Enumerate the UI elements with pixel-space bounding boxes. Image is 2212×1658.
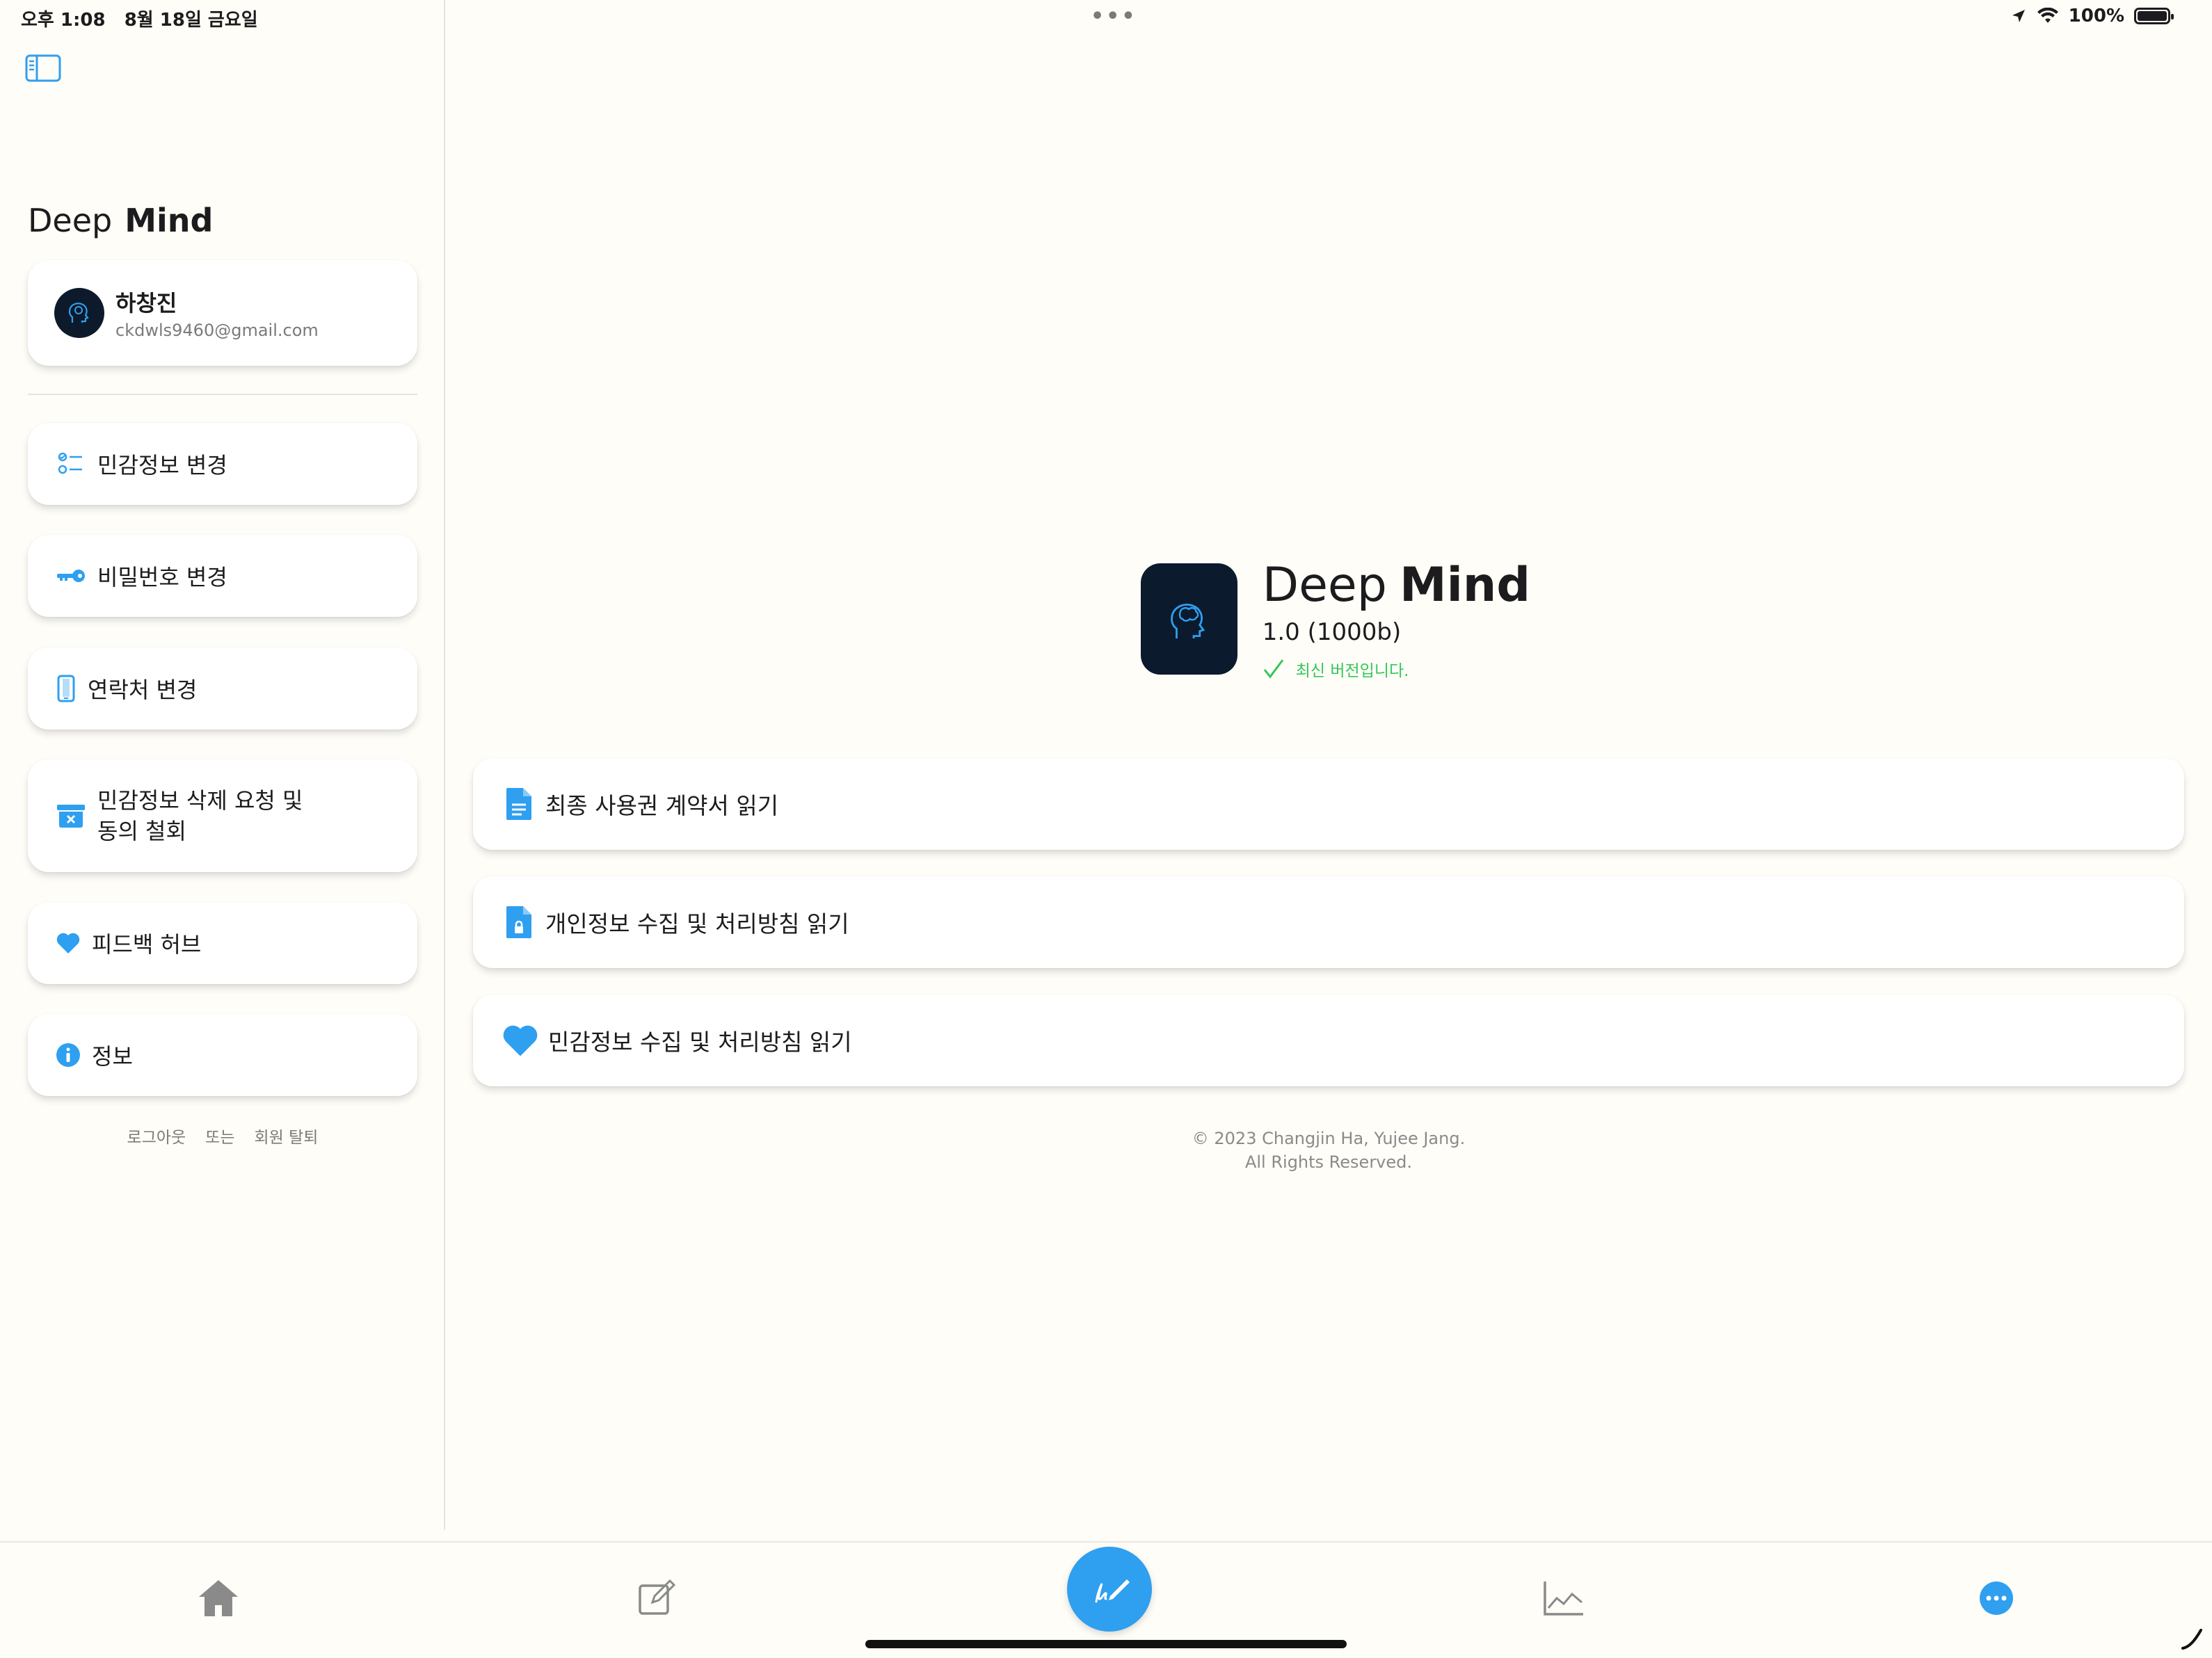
doc-label: 최종 사용권 계약서 읽기 [545, 792, 779, 819]
checklist-icon [58, 452, 82, 474]
brand-mind: Mind [125, 202, 214, 239]
sidebar-item-info[interactable]: 정보 [28, 1014, 417, 1096]
document-icon [506, 788, 531, 820]
compose-icon [639, 1579, 676, 1615]
sidebar-item-sensitive-info[interactable]: 민감정보 변경 [28, 423, 417, 505]
heart-icon [503, 1025, 538, 1056]
home-icon [199, 1580, 238, 1616]
tab-compose[interactable] [629, 1570, 684, 1626]
info-icon [56, 1043, 80, 1067]
sidebar-item-delete-request[interactable]: 민감정보 삭제 요청 및 동의 철회 [28, 759, 417, 872]
profile-name: 하창진 [115, 290, 177, 316]
account-actions: 로그아웃 또는 회원 탈퇴 [0, 1124, 445, 1148]
more-icon [1980, 1581, 2013, 1615]
doc-label: 민감정보 수집 및 처리방침 읽기 [548, 1029, 852, 1056]
sidebar-item-label: 연락처 변경 [88, 677, 198, 703]
checkmark-icon [1263, 659, 1283, 678]
app-title-deep: Deep [1262, 557, 1387, 613]
doc-eula[interactable]: 최종 사용권 계약서 읽기 [473, 758, 2184, 850]
app-icon [1141, 563, 1237, 675]
app-info: Deep Mind 1.0 (1000b) 최신 버전입니다. [1141, 536, 1530, 702]
brand-title: Deep Mind [28, 202, 213, 239]
sidebar-item-label: 피드백 허브 [92, 931, 202, 958]
document-lock-icon [506, 906, 531, 938]
copyright-line1: © 2023 Changjin Ha, Yujee Jang. [1192, 1129, 1466, 1148]
logout-link[interactable]: 로그아웃 [127, 1129, 186, 1147]
profile-email: ckdwls9460@gmail.com [115, 321, 319, 340]
doc-label: 개인정보 수집 및 처리방침 읽기 [545, 910, 849, 937]
app-version: 1.0 (1000b) [1262, 618, 1402, 646]
archive-x-icon [57, 805, 85, 828]
sidebar-toggle-icon[interactable] [25, 54, 61, 82]
profile-card[interactable]: 하창진 ckdwls9460@gmail.com [28, 260, 417, 366]
tab-more[interactable] [1969, 1570, 2024, 1626]
sidebar-item-contact[interactable]: 연락처 변경 [28, 647, 417, 730]
multitasking-dots[interactable]: ••• [1091, 4, 1137, 29]
phone-icon [57, 675, 75, 702]
brain-head-icon [68, 303, 89, 323]
sidebar-item-feedback[interactable]: 피드백 허브 [28, 902, 417, 984]
avatar [54, 288, 104, 338]
sidebar-item-label-line2: 동의 철회 [97, 818, 186, 844]
update-status-text: 최신 버전입니다. [1295, 661, 1409, 680]
battery-icon [2134, 8, 2174, 24]
sidebar-item-label: 정보 [92, 1043, 133, 1070]
update-status: 최신 버전입니다. [1263, 657, 1530, 681]
sidebar-item-label: 민감정보 변경 [97, 452, 227, 478]
tab-stats[interactable] [1536, 1570, 1592, 1626]
home-indicator[interactable] [865, 1640, 1347, 1648]
heart-icon [56, 933, 80, 953]
brain-head-icon [1171, 604, 1205, 638]
location-icon [2012, 10, 2025, 22]
copyright-line2: All Rights Reserved. [1244, 1152, 1413, 1172]
divider [28, 394, 417, 395]
or-text: 또는 [205, 1129, 235, 1147]
app-title-mind: Mind [1399, 557, 1530, 613]
tab-home[interactable] [191, 1570, 246, 1626]
brand-deep: Deep [28, 202, 113, 239]
sidebar-item-label: 비밀번호 변경 [97, 564, 227, 590]
write-icon [1095, 1579, 1130, 1603]
doc-privacy-policy[interactable]: 개인정보 수집 및 처리방침 읽기 [473, 876, 2184, 968]
wifi-icon [2037, 8, 2058, 23]
sidebar-item-label-line1: 민감정보 삭제 요청 및 [97, 787, 303, 814]
sidebar-item-password[interactable]: 비밀번호 변경 [28, 535, 417, 617]
scroll-handle-icon [2181, 1629, 2202, 1650]
doc-sensitive-policy[interactable]: 민감정보 수집 및 처리방침 읽기 [473, 995, 2184, 1086]
key-icon [57, 570, 85, 582]
chart-icon [1544, 1581, 1583, 1616]
battery-percent: 100% [2068, 6, 2124, 26]
copyright: © 2023 Changjin Ha, Yujee Jang. All Righ… [473, 1127, 2184, 1174]
app-title: Deep Mind [1263, 558, 1530, 613]
withdraw-link[interactable]: 회원 탈퇴 [255, 1129, 319, 1147]
tab-write[interactable] [1067, 1547, 1152, 1632]
sidebar: Deep Mind 하창진 ckdwls9460@gmail.com 민감정보 변… [0, 0, 445, 1530]
